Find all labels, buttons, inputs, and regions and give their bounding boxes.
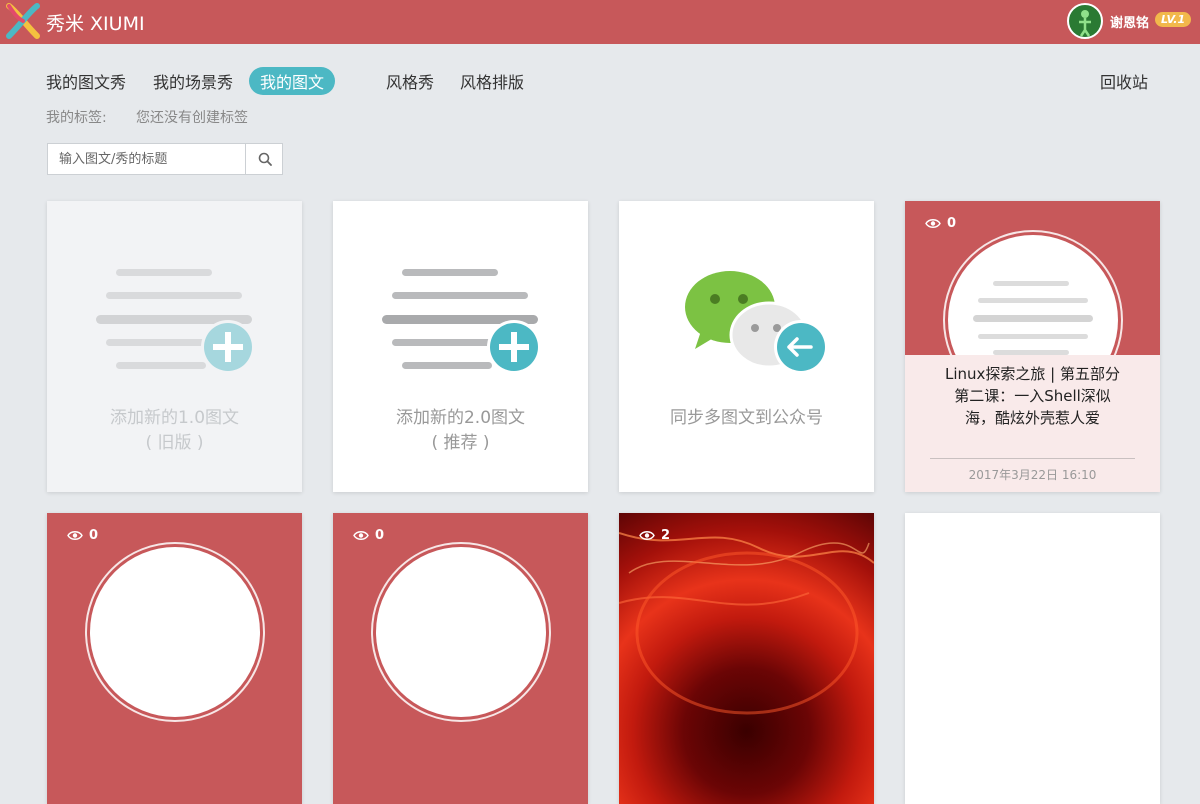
search-input[interactable] [48, 144, 244, 174]
view-count-value: 2 [661, 528, 671, 543]
article-date: 2017年3月22日 16:10 [968, 468, 1097, 482]
new-v2-graphic-card[interactable]: 添加新的2.0图文 ( 推荐 ) [333, 201, 588, 492]
top-bar: 秀米 XIUMI 谢恩铭 LV.1 [0, 0, 1200, 44]
sync-wechat-card[interactable]: 同步多图文到公众号 [619, 201, 874, 492]
xiumi-logo[interactable] [3, 2, 43, 40]
new-v1-graphic-card[interactable]: 添加新的1.0图文 ( 旧版 ) [47, 201, 302, 492]
sync-wechat-label: 同步多图文到公众号 [670, 408, 823, 428]
tags-label: 我的标签: [46, 110, 107, 126]
tab-my-scene-show[interactable]: 我的场景秀 [153, 71, 233, 95]
avatar[interactable] [1067, 3, 1103, 39]
view-count: 0 [67, 528, 98, 543]
username[interactable]: 谢恩铭 [1110, 12, 1149, 31]
avatar-figure-icon [1079, 10, 1091, 37]
view-count-value: 0 [947, 216, 957, 231]
empty-card[interactable] [905, 513, 1160, 804]
add-document-icon [382, 269, 541, 374]
add-document-icon [96, 269, 255, 374]
article-card[interactable]: 0 [47, 513, 302, 804]
view-count-value: 0 [89, 528, 99, 543]
eye-icon [353, 531, 369, 540]
article-card[interactable]: 0 [333, 513, 588, 804]
eye-icon [925, 219, 941, 228]
level-badge: LV.1 [1155, 12, 1192, 27]
tab-my-graphic[interactable]: 我的图文 [249, 67, 336, 95]
view-count: 0 [353, 528, 384, 543]
fire-cover-image [619, 513, 874, 804]
brand-name: 秀米 XIUMI [46, 13, 145, 35]
new-v2-sublabel: ( 推荐 ) [431, 433, 490, 453]
tab-style-show[interactable]: 风格秀 [386, 71, 434, 95]
view-count: 0 [925, 216, 956, 231]
eye-icon [639, 531, 655, 540]
search-box [47, 143, 283, 175]
article-card[interactable]: 0 Linux探索之旅 | 第五部分第二课：一入Shell深似海，酷炫外壳惹人爱… [905, 201, 1160, 492]
divider [930, 458, 1135, 459]
tags-empty-text: 您还没有创建标签 [136, 110, 248, 126]
cover-circle [90, 547, 260, 717]
search-icon [258, 152, 272, 166]
cover-circle [376, 547, 546, 717]
new-v1-label: 添加新的1.0图文 [109, 408, 240, 428]
tab-my-graphic-show[interactable]: 我的图文秀 [46, 71, 126, 95]
article-title: Linux探索之旅 | 第五部分第二课：一入Shell深似海，酷炫外壳惹人爱 [945, 365, 1121, 427]
new-v1-sublabel: ( 旧版 ) [145, 433, 204, 453]
tab-style-layout[interactable]: 风格排版 [460, 71, 524, 95]
article-card[interactable]: 2 [619, 513, 874, 804]
view-count-value: 0 [375, 528, 385, 543]
eye-icon [67, 531, 83, 540]
view-count: 2 [639, 528, 670, 543]
recycle-bin-link[interactable]: 回收站 [1100, 71, 1148, 95]
wechat-sync-icon [685, 271, 828, 374]
search-button[interactable] [245, 144, 283, 174]
new-v2-label: 添加新的2.0图文 [395, 408, 526, 428]
